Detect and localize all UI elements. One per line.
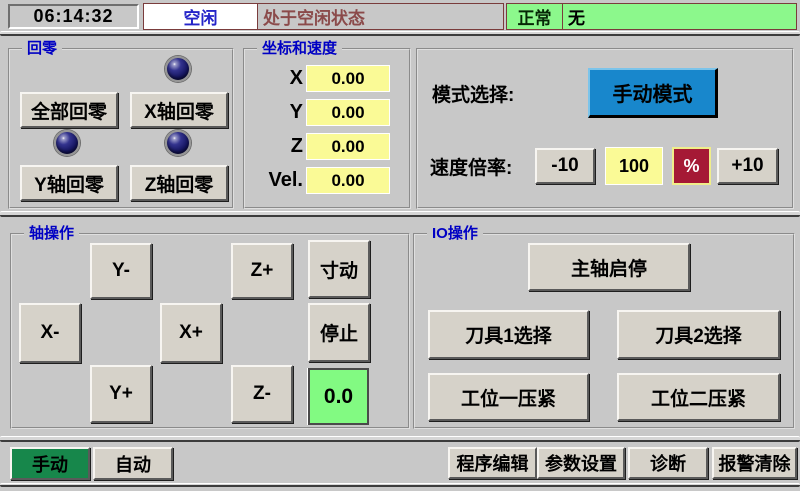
- home-y-axis-button[interactable]: Y轴回零: [20, 165, 118, 201]
- jog-x-minus-button[interactable]: X-: [19, 303, 81, 363]
- percent-sign-badge: %: [672, 147, 711, 185]
- mode-select-label: 模式选择:: [432, 80, 514, 107]
- z-position-value: 0.00: [306, 133, 390, 160]
- jog-x-plus-button[interactable]: X+: [160, 303, 222, 363]
- alarm-status-group: 正常 无: [506, 3, 797, 30]
- jog-z-minus-button[interactable]: Z-: [231, 365, 293, 423]
- coordinates-panel-title: 坐标和速度: [257, 39, 342, 59]
- override-value: 100: [605, 147, 663, 185]
- axis-operation-panel: 轴操作 Y- Z+ 寸动 X- X+ 停止 Y+ Z- 0.0: [10, 233, 410, 429]
- override-plus-button[interactable]: +10: [717, 148, 778, 184]
- program-edit-button[interactable]: 程序编辑: [448, 447, 537, 479]
- jog-mode-button[interactable]: 寸动: [308, 240, 370, 298]
- y-position-value: 0.00: [306, 99, 390, 126]
- parameter-settings-button[interactable]: 参数设置: [537, 447, 625, 479]
- speed-override-label: 速度倍率:: [430, 153, 512, 180]
- velocity-value: 0.00: [306, 167, 390, 194]
- override-minus-button[interactable]: -10: [535, 148, 595, 184]
- top-separator: [0, 31, 800, 36]
- jog-step-value[interactable]: 0.0: [308, 368, 369, 425]
- alarm-message: 无: [563, 4, 796, 29]
- y-axis-label: Y: [247, 101, 303, 124]
- homing-panel-title: 回零: [22, 39, 62, 59]
- homing-panel: 回零 全部回零 X轴回零 Y轴回零 Z轴回零: [8, 48, 234, 209]
- x-position-value: 0.00: [306, 65, 390, 92]
- footer-separator: [0, 483, 800, 487]
- alarm-clear-button[interactable]: 报警清除: [712, 447, 797, 479]
- x-axis-label: X: [247, 67, 303, 90]
- axis-operation-panel-title: 轴操作: [24, 224, 79, 244]
- station2-clamp-button[interactable]: 工位二压紧: [617, 373, 780, 421]
- manual-mode-button[interactable]: 手动模式: [588, 68, 718, 118]
- z-home-led-indicator: [165, 130, 191, 156]
- auto-tab-button[interactable]: 自动: [93, 447, 173, 480]
- jog-y-minus-button[interactable]: Y-: [90, 243, 152, 299]
- velocity-label: Vel.: [247, 169, 303, 192]
- z-axis-label: Z: [247, 135, 303, 158]
- y-home-led-indicator: [54, 130, 80, 156]
- home-all-button[interactable]: 全部回零: [20, 92, 118, 128]
- middle-separator: [0, 211, 800, 217]
- diagnosis-button[interactable]: 诊断: [628, 447, 708, 479]
- home-x-axis-button[interactable]: X轴回零: [130, 92, 228, 128]
- mode-panel: 模式选择: 手动模式 速度倍率: -10 100 % +10: [416, 48, 794, 209]
- machine-state-badge: 空闲: [144, 4, 258, 29]
- x-home-led-indicator: [165, 56, 191, 82]
- stop-button[interactable]: 停止: [308, 303, 370, 362]
- status-message: 处于空闲状态: [258, 4, 503, 29]
- tool2-select-button[interactable]: 刀具2选择: [617, 310, 780, 359]
- bottom-separator: [0, 436, 800, 442]
- io-operation-panel: IO操作 主轴启停 刀具1选择 刀具2选择 工位一压紧 工位二压紧: [413, 233, 795, 429]
- home-z-axis-button[interactable]: Z轴回零: [130, 165, 228, 201]
- machine-status-group: 空闲 处于空闲状态: [143, 3, 504, 30]
- clock-display: 06:14:32: [8, 4, 139, 29]
- tool1-select-button[interactable]: 刀具1选择: [428, 310, 589, 359]
- io-operation-panel-title: IO操作: [427, 224, 483, 244]
- coordinates-panel: 坐标和速度 X Y Z Vel. 0.00 0.00 0.00 0.00: [243, 48, 411, 209]
- jog-z-plus-button[interactable]: Z+: [231, 243, 293, 299]
- station1-clamp-button[interactable]: 工位一压紧: [428, 373, 589, 421]
- manual-tab-button[interactable]: 手动: [10, 447, 90, 480]
- spindle-start-stop-button[interactable]: 主轴启停: [528, 243, 690, 291]
- jog-y-plus-button[interactable]: Y+: [90, 365, 152, 423]
- alarm-state-badge: 正常: [507, 4, 563, 29]
